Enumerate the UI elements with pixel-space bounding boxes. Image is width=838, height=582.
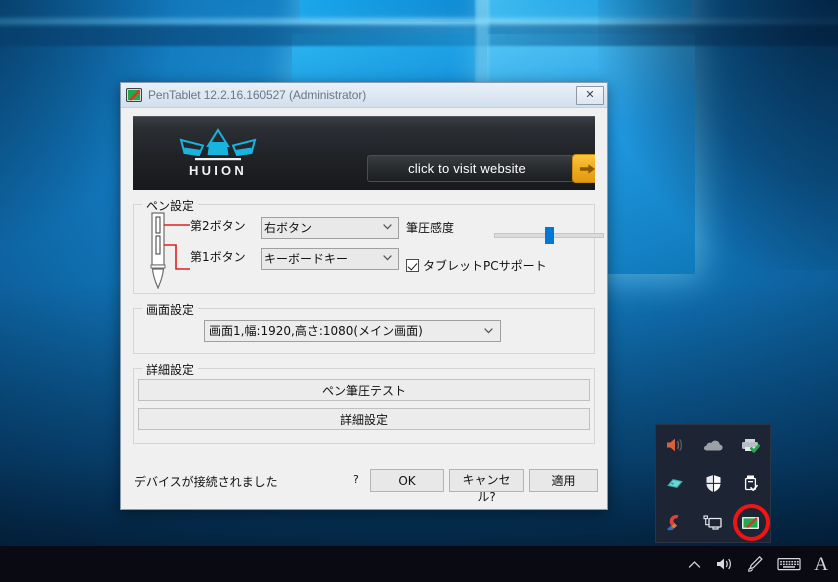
tray-icon-printer[interactable]: [732, 425, 770, 464]
huion-crown-icon: [179, 128, 257, 161]
huion-banner: HUION click to visit website: [133, 116, 595, 190]
close-button[interactable]: ✕: [576, 85, 604, 105]
visit-website-button[interactable]: click to visit website: [367, 154, 595, 183]
advanced-settings-group: 詳細設定 ペン筆圧テスト 詳細設定: [133, 361, 595, 444]
tray-icon-pentablet[interactable]: [732, 503, 770, 542]
pen-button2-row: 第2ボタン: [190, 217, 246, 234]
visit-website-arrow-button[interactable]: [572, 154, 595, 183]
advanced-settings-legend: 詳細設定: [142, 361, 199, 378]
pentablet-tray-icon: [742, 517, 759, 529]
safely-remove-usb-icon: [744, 475, 758, 491]
visit-website-label: click to visit website: [408, 161, 526, 176]
close-icon: ✕: [585, 88, 595, 101]
pen-workspace-button[interactable]: [747, 555, 764, 573]
arrow-right-icon: [579, 163, 595, 174]
tray-icon-safely-remove[interactable]: [732, 464, 770, 503]
screen-settings-group: 画面設定 画面1,幅:1920,高さ:1080(メイン画面): [133, 301, 595, 354]
printer-ready-icon: [742, 438, 760, 453]
chevron-down-icon: [484, 328, 493, 334]
wallpaper-shade-right: [598, 0, 838, 270]
tabletpc-support-checkbox-row[interactable]: タブレットPCサポート: [406, 257, 547, 274]
touch-keyboard-button[interactable]: [777, 556, 801, 572]
volume-button[interactable]: [715, 556, 734, 572]
dialog-body: HUION click to visit website ペン設定 第2ボタン …: [121, 108, 607, 444]
pen-button1-select[interactable]: キーボードキー右ボタン無効: [261, 248, 399, 270]
advanced-settings-button[interactable]: 詳細設定: [138, 408, 590, 430]
system-tray-flyout: [655, 424, 771, 543]
pen-button1-select-wrap: キーボードキー右ボタン無効: [261, 248, 399, 270]
tabletpc-support-checkbox[interactable]: [406, 259, 419, 272]
pen-pressure-test-button[interactable]: ペン筆圧テスト: [138, 379, 590, 401]
tray-icon-teamviewer[interactable]: [656, 464, 694, 503]
pen-button2-select-wrap: 右ボタンキーボードキー無効: [261, 217, 399, 239]
pen-button2-label: 第2ボタン: [190, 219, 246, 233]
tray-icon-network-monitor[interactable]: [694, 503, 732, 542]
help-button[interactable]: ?: [353, 473, 359, 486]
pen-workspace-icon: [748, 555, 764, 572]
show-hidden-icons-chevron-button[interactable]: [687, 558, 702, 571]
tabletpc-support-label: タブレットPCサポート: [423, 259, 547, 273]
dialog-titlebar[interactable]: PenTablet 12.2.16.160527 (Administrator)…: [121, 83, 607, 108]
network-monitor-icon: [703, 514, 722, 530]
apply-button[interactable]: 適用: [529, 469, 598, 492]
teamviewer-icon: [667, 478, 683, 488]
tray-icon-onedrive[interactable]: [694, 425, 732, 464]
pressure-sensitivity-label: 筆圧感度: [406, 221, 455, 235]
slider-thumb[interactable]: [545, 227, 554, 244]
show-hidden-icons-chevron-icon: [689, 560, 701, 568]
tray-icon-speaker-mute[interactable]: [656, 425, 694, 464]
dialog-footer: デバイスが接続されました ? OK キャンセル? 適用: [121, 457, 607, 509]
taskbar: A: [0, 546, 838, 582]
cancel-button[interactable]: キャンセル?: [449, 469, 524, 504]
volume-icon: [717, 558, 732, 570]
pen-button2-select[interactable]: 右ボタンキーボードキー無効: [261, 217, 399, 239]
pentablet-dialog: PenTablet 12.2.16.160527 (Administrator)…: [120, 82, 608, 510]
pentablet-icon: [126, 88, 142, 102]
touch-keyboard-icon: [777, 557, 801, 571]
taskbar-tray-area: A: [687, 546, 834, 582]
screen-select[interactable]: 画面1,幅:1920,高さ:1080(メイン画面): [204, 320, 501, 342]
status-text: デバイスが接続されました: [134, 475, 278, 489]
windows-defender-shield-icon: [706, 475, 720, 492]
ime-mode-button[interactable]: A: [814, 555, 828, 574]
speaker-mute-icon: [667, 438, 683, 451]
dialog-title: PenTablet 12.2.16.160527 (Administrator): [148, 88, 367, 102]
pen-button1-label: 第1ボタン: [190, 250, 246, 264]
huion-logo: HUION: [173, 128, 263, 180]
tray-icon-defender[interactable]: [694, 464, 732, 503]
onedrive-cloud-icon: [704, 440, 723, 450]
tray-icon-ccleaner[interactable]: [656, 503, 694, 542]
huion-wordmark: HUION: [189, 163, 247, 178]
pen-settings-group: ペン設定 第2ボタン 右ボタンキーボードキー無効: [133, 197, 604, 294]
pen-button1-row: 第1ボタン: [190, 248, 246, 265]
screen-settings-legend: 画面設定: [142, 301, 199, 318]
pressure-sensitivity-slider[interactable]: [494, 227, 604, 244]
ok-button[interactable]: OK: [370, 469, 444, 492]
screen-select-wrap: 画面1,幅:1920,高さ:1080(メイン画面): [204, 320, 501, 342]
ccleaner-icon: [666, 515, 678, 531]
